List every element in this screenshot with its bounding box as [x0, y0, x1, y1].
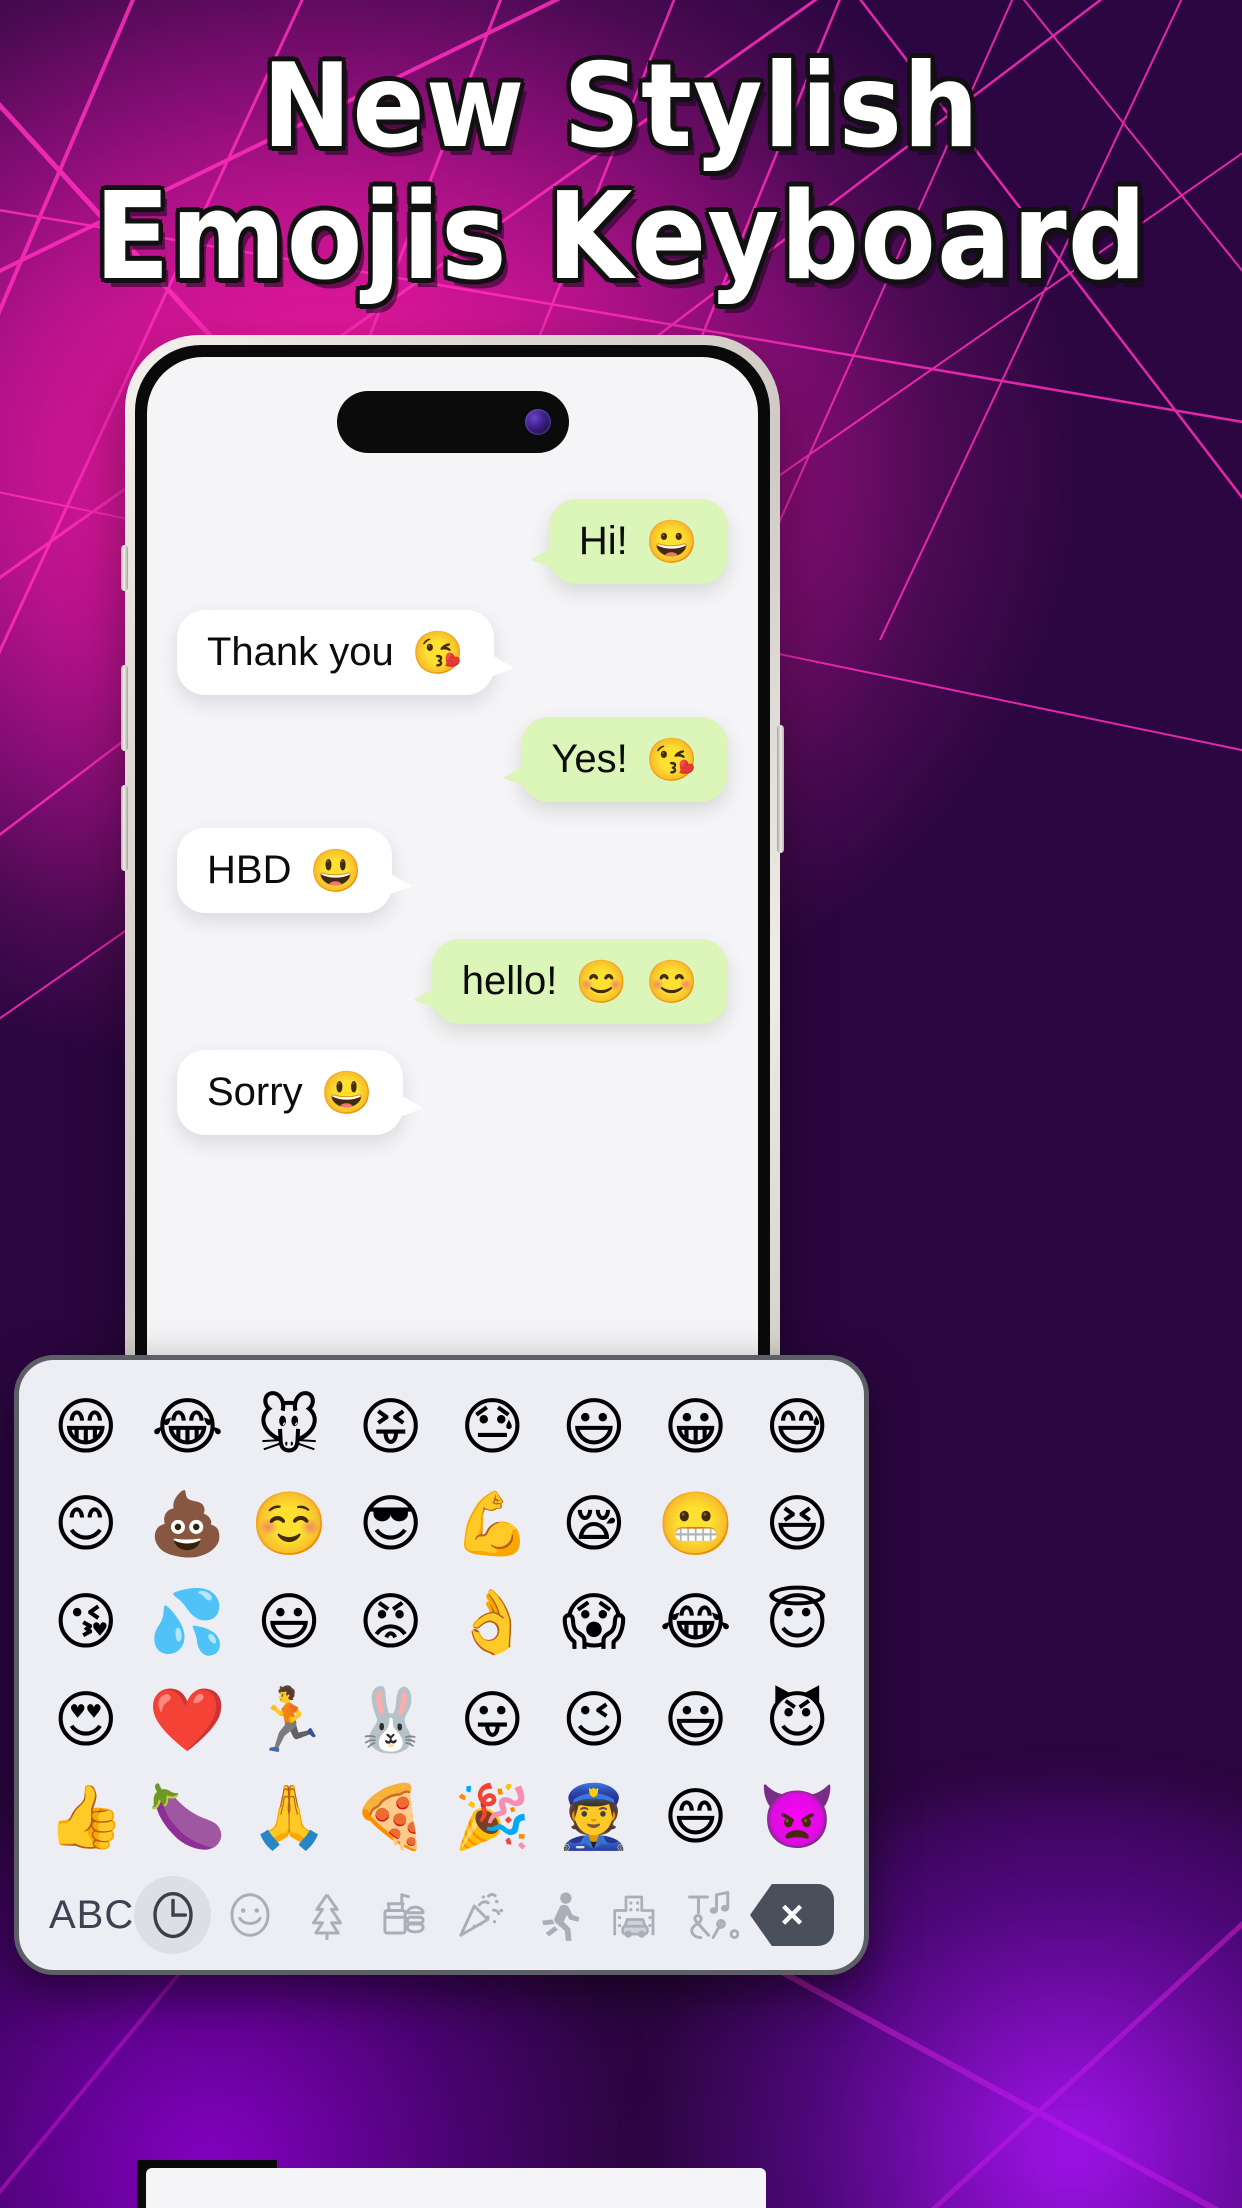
emoji-key-winking-face[interactable]: 😉	[543, 1671, 645, 1769]
emoji-key-grinning-face-with-smiling-eyes[interactable]: 😁	[35, 1378, 137, 1476]
incoming-message-bubble[interactable]: Sorry 😃	[177, 1050, 403, 1135]
emoji-key-face-screaming-in-fear[interactable]: 😱	[543, 1573, 645, 1671]
emoji-key-person-running[interactable]: 🏃	[238, 1671, 340, 1769]
outgoing-message-bubble[interactable]: hello! 😊 😊	[431, 939, 728, 1024]
emoji-key-ok-hand[interactable]: 👌	[442, 1573, 544, 1671]
chat-row: HBD 😃	[177, 828, 728, 913]
emoji-keyboard: 😁 😂 🐭 😝 😓 😃 😀 😅 😊 💩 ☺️ 😎 💪 😪 😬 😆 😘 💦 😃 😡 👌 😱 😂 😇 😍 ❤️ 🏃 🐰 😛 😉 😃 😈 👍 🍆 🙏 🍕 🎉 👮…	[14, 1355, 869, 1975]
message-text: HBD	[207, 848, 292, 892]
phone-lower-screen	[146, 2168, 766, 2208]
message-text: Sorry	[207, 1070, 303, 1114]
recents-category[interactable]	[134, 1876, 212, 1954]
volume-up-button[interactable]	[121, 665, 128, 751]
emoji-key-rabbit-face[interactable]: 🐰	[340, 1671, 442, 1769]
abc-key-label: ABC	[49, 1892, 135, 1937]
message-text: Hi!	[578, 519, 628, 563]
food-category[interactable]	[365, 1876, 442, 1954]
emoji-key-police-officer[interactable]: 👮	[543, 1768, 645, 1866]
emoji-key-folded-hands[interactable]: 🙏	[238, 1768, 340, 1866]
volume-down-button[interactable]	[121, 785, 128, 871]
emoji-key-grinning-face[interactable]: 😀	[645, 1378, 747, 1476]
outgoing-message-bubble[interactable]: Yes! 😘	[521, 717, 728, 802]
chat-row: hello! 😊 😊	[177, 939, 728, 1024]
food-icon	[377, 1888, 431, 1942]
running-icon	[531, 1888, 585, 1942]
emoji-key-face-with-tears-of-joy[interactable]: 😂	[645, 1573, 747, 1671]
emoji-key-thumbs-up[interactable]: 👍	[35, 1768, 137, 1866]
dynamic-island	[336, 391, 569, 453]
clock-icon	[146, 1888, 200, 1942]
city-car-icon	[608, 1888, 662, 1942]
emoji-key-sweat-droplets[interactable]: 💦	[137, 1573, 239, 1671]
emoji-key-grimacing-face[interactable]: 😬	[645, 1476, 747, 1574]
emoji-key-sleepy-face[interactable]: 😪	[543, 1476, 645, 1574]
emoji-key-face-blowing-a-kiss[interactable]: 😘	[35, 1573, 137, 1671]
emoji-key-face-with-tears-of-joy[interactable]: 😂	[137, 1378, 239, 1476]
emoji-key-grinning-face-with-sweat[interactable]: 😅	[746, 1378, 848, 1476]
emoji-grid: 😁 😂 🐭 😝 😓 😃 😀 😅 😊 💩 ☺️ 😎 💪 😪 😬 😆 😘 💦 😃 😡 👌 😱 😂 😇 😍 ❤️ 🏃 🐰 😛 😉 😃 😈 👍 🍆 🙏 🍕 🎉 👮…	[35, 1378, 848, 1866]
emoji-key-squinting-face-with-tongue[interactable]: 😝	[340, 1378, 442, 1476]
incoming-message-bubble[interactable]: Thank you 😘	[177, 610, 495, 695]
activity-category[interactable]	[519, 1876, 596, 1954]
message-text: Yes!	[551, 737, 628, 781]
emoji-key-smiling-face-with-heart-eyes[interactable]: 😍	[35, 1671, 137, 1769]
symbols-icon	[685, 1888, 739, 1942]
emoji-key-grinning-face-with-big-eyes[interactable]: 😃	[543, 1378, 645, 1476]
emoji-key-grinning-face-smiling-eyes[interactable]: 😄	[645, 1768, 747, 1866]
symbols-category[interactable]	[673, 1876, 750, 1954]
emoji-key-party-popper[interactable]: 🎉	[442, 1768, 544, 1866]
emoji-key-grinning-face-with-big-eyes[interactable]: 😃	[645, 1671, 747, 1769]
message-emoji: 😘	[411, 628, 465, 676]
emoji-key-eggplant[interactable]: 🍆	[137, 1768, 239, 1866]
emoji-key-flexed-biceps[interactable]: 💪	[442, 1476, 544, 1574]
emoji-key-pile-of-poo[interactable]: 💩	[137, 1476, 239, 1574]
party-icon	[454, 1888, 508, 1942]
chat-row: Yes! 😘	[177, 717, 728, 802]
keyboard-category-bar: ABC ×	[35, 1866, 848, 1970]
chat-row: Sorry 😃	[177, 1050, 728, 1135]
emoji-key-face-with-tongue[interactable]: 😛	[442, 1671, 544, 1769]
front-camera-icon	[524, 409, 551, 435]
tree-icon	[300, 1888, 354, 1942]
incoming-message-bubble[interactable]: HBD 😃	[177, 828, 392, 913]
emoji-key-smiling-face[interactable]: ☺️	[238, 1476, 340, 1574]
message-emoji: 😘	[645, 735, 698, 783]
emoji-key-grinning-face-with-big-eyes[interactable]: 😃	[238, 1573, 340, 1671]
emoji-key-smiling-face-with-halo[interactable]: 😇	[746, 1573, 848, 1671]
backspace-icon: ×	[750, 1884, 834, 1946]
message-emoji: 😊	[575, 957, 628, 1005]
emoji-key-smiling-face-with-horns[interactable]: 😈	[746, 1671, 848, 1769]
message-emoji: 😃	[320, 1068, 373, 1116]
message-text: Thank you	[207, 630, 394, 674]
message-emoji: 😀	[645, 517, 698, 565]
chat-row: Thank you 😘	[177, 610, 728, 695]
smiley-icon	[223, 1888, 277, 1942]
abc-key[interactable]: ABC	[49, 1876, 134, 1954]
chat-row: Hi! 😀	[177, 499, 728, 584]
celebration-category[interactable]	[442, 1876, 519, 1954]
nature-category[interactable]	[288, 1876, 365, 1954]
power-button[interactable]	[777, 725, 784, 853]
emoji-key-angry-face-with-horns[interactable]: 👿	[746, 1768, 848, 1866]
message-emoji: 😃	[309, 846, 362, 894]
travel-category[interactable]	[596, 1876, 673, 1954]
emoji-key-mouse-face[interactable]: 🐭	[238, 1378, 340, 1476]
promo-screenshot: New Stylish Emojis Keyboard Hi! 😀 Thank yo…	[0, 0, 1242, 2208]
emoji-key-smiling-face-with-sunglasses[interactable]: 😎	[340, 1476, 442, 1574]
outgoing-message-bubble[interactable]: Hi! 😀	[548, 499, 728, 584]
message-emoji: 😊	[645, 957, 698, 1005]
emoji-key-downcast-face-with-sweat[interactable]: 😓	[442, 1378, 544, 1476]
message-text: hello!	[461, 959, 558, 1003]
emoji-key-smiling-face-with-smiling-eyes[interactable]: 😊	[35, 1476, 137, 1574]
delete-key[interactable]: ×	[750, 1876, 834, 1954]
emoji-key-pizza[interactable]: 🍕	[340, 1768, 442, 1866]
emoji-key-squinting-face-with-closed-eyes[interactable]: 😆	[746, 1476, 848, 1574]
smileys-category[interactable]	[211, 1876, 288, 1954]
silent-switch[interactable]	[121, 545, 128, 591]
emoji-key-red-heart[interactable]: ❤️	[137, 1671, 239, 1769]
emoji-key-pouting-face[interactable]: 😡	[340, 1573, 442, 1671]
